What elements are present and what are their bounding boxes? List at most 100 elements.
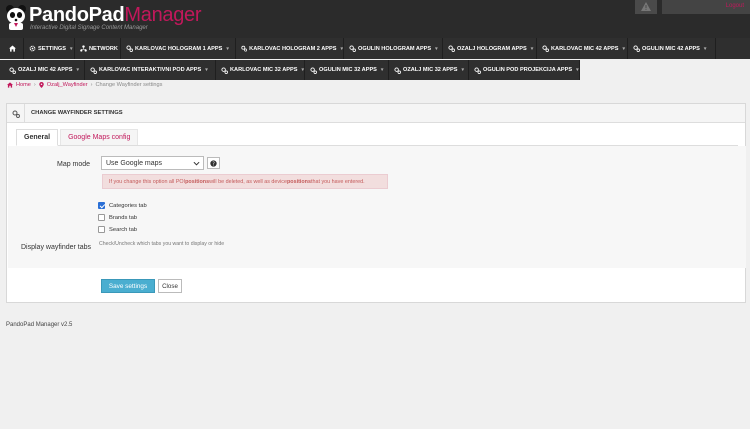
gears-icon <box>241 45 248 52</box>
map-mode-label: Map mode <box>57 161 91 168</box>
nav-karlovac-hologram-2[interactable]: KARLOVAC HOLOGRAM 2 APPS ▾ <box>236 38 344 59</box>
gears-icon <box>448 45 455 52</box>
breadcrumb-separator: › <box>33 82 36 88</box>
alert-bold-1: positions <box>185 178 210 185</box>
nav-ozalj-mic-32-label: OZALJ MIC 32 APPS <box>403 67 458 73</box>
alert-text-post: that you have entered. <box>310 178 365 185</box>
main-nav-row-2: OZALJ MIC 42 APPS ▾ KARLOVAC INTERAKTIVNI… <box>0 60 580 80</box>
user-menu-label: Logout <box>725 3 744 9</box>
alert-text-mid: will be deleted, as well as device <box>209 178 288 185</box>
checkbox-unchecked[interactable] <box>98 226 105 233</box>
breadcrumb: Home › Ozalj_Wayfinder › Change Wayfinde… <box>7 82 162 88</box>
nav-ozalj-mic-42[interactable]: OZALJ MIC 42 APPS ▾ <box>0 60 85 80</box>
nav-karlovac-hologram-2-label: KARLOVAC HOLOGRAM 2 APPS <box>249 45 337 52</box>
gears-icon <box>310 66 317 74</box>
nav-karlovac-mic-42-label: KARLOVAC MIC 42 APPS <box>551 45 619 52</box>
chevron-down-icon: ▾ <box>435 45 438 52</box>
help-button[interactable]: ? <box>207 157 220 169</box>
checkbox-label: Brands tab <box>109 214 138 221</box>
nav-ogulin-mic-32-label: OGULIN MIC 32 APPS <box>319 67 377 73</box>
chevron-down-icon: ▾ <box>622 45 625 52</box>
gears-icon <box>633 45 640 52</box>
chevron-down-icon: ▾ <box>461 67 465 73</box>
checkbox-categories-tab[interactable]: Categories tab <box>98 202 147 209</box>
nav-karlovac-interaktivni-pod[interactable]: KARLOVAC INTERAKTIVNI POD APPS ▾ <box>85 60 216 80</box>
nav-ogulin-hologram-label: OGULIN HOLOGRAM APPS <box>358 45 432 52</box>
chevron-down-icon: ▾ <box>340 45 343 52</box>
nav-settings[interactable]: SETTINGS ▾ <box>24 38 75 59</box>
gears-icon <box>221 66 228 74</box>
checkbox-search-tab[interactable]: Search tab <box>98 226 137 233</box>
close-button[interactable]: Close <box>158 279 182 293</box>
checkbox-unchecked[interactable] <box>98 214 105 221</box>
panda-logo-icon <box>6 5 26 30</box>
brand-accent: Manager <box>124 4 202 26</box>
network-icon <box>80 45 87 52</box>
nav-ogulin-mic-42[interactable]: OGULIN MIC 42 APPS ▾ <box>628 38 716 59</box>
chevron-down-icon: ▾ <box>69 45 73 52</box>
chevron-down-icon: ▾ <box>576 67 579 73</box>
nav-settings-label: SETTINGS <box>38 45 66 52</box>
nav-home[interactable] <box>0 38 24 59</box>
nav-ozalj-hologram[interactable]: OZALJ HOLOGRAM APPS ▾ <box>443 38 537 59</box>
alerts-button[interactable] <box>635 0 657 14</box>
breadcrumb-parent-link[interactable]: Ozalj_Wayfinder <box>47 82 88 88</box>
tagline: Interactive Digital Signage Content Mana… <box>30 25 148 31</box>
gears-icon <box>9 66 16 74</box>
panel-header: CHANGE WAYFINDER SETTINGS <box>7 104 745 123</box>
nav-karlovac-hologram-1-label: KARLOVAC HOLOGRAM 1 APPS <box>135 45 223 52</box>
save-settings-button[interactable]: Save settings <box>101 279 155 293</box>
breadcrumb-separator: › <box>90 82 93 88</box>
chevron-down-icon <box>193 161 200 166</box>
nav-karlovac-mic-32[interactable]: KARLOVAC MIC 32 APPS ▾ <box>216 60 305 80</box>
breadcrumb-current: Change Wayfinder settings <box>95 82 163 88</box>
breadcrumb-home-link[interactable]: Home <box>16 82 31 88</box>
checkbox-label: Search tab <box>109 226 138 233</box>
gears-icon <box>90 66 97 74</box>
home-icon <box>9 45 16 52</box>
main-nav-row-1: SETTINGS ▾ NETWORK KARLOVAC HOLOGRAM 1 AP… <box>0 38 750 59</box>
svg-text:?: ? <box>212 161 215 167</box>
map-pin-icon <box>39 82 44 88</box>
nav-ozalj-mic-32[interactable]: OZALJ MIC 32 APPS ▾ <box>389 60 469 80</box>
chevron-down-icon: ▾ <box>703 45 707 52</box>
footer-version: PandoPad Manager v2.5 <box>6 322 73 328</box>
gears-icon <box>349 45 356 52</box>
nav-ogulin-mic-42-label: OGULIN MIC 42 APPS <box>642 45 700 52</box>
chevron-down-icon: ▾ <box>530 45 534 52</box>
brand-logo[interactable]: PandoPadManager <box>29 4 202 26</box>
display-tabs-label: Display wayfinder tabs <box>21 244 92 251</box>
nav-ozalj-hologram-label: OZALJ HOLOGRAM APPS <box>457 45 527 52</box>
gears-icon <box>474 66 481 74</box>
nav-karlovac-hologram-1[interactable]: KARLOVAC HOLOGRAM 1 APPS ▾ <box>121 38 236 59</box>
map-mode-select[interactable]: Use Google maps <box>101 156 204 170</box>
chevron-down-icon: ▾ <box>205 67 208 73</box>
nav-network[interactable]: NETWORK <box>75 38 121 59</box>
home-icon <box>7 82 13 88</box>
nav-ogulin-mic-32[interactable]: OGULIN MIC 32 APPS ▾ <box>305 60 389 80</box>
settings-tabs: General Google Maps config <box>16 129 139 146</box>
panel-header-icon-box <box>7 104 25 123</box>
chevron-down-icon: ▾ <box>226 45 229 52</box>
tab-general[interactable]: General <box>16 129 59 146</box>
nav-karlovac-mic-42[interactable]: KARLOVAC MIC 42 APPS ▾ <box>537 38 628 59</box>
checkbox-brands-tab[interactable]: Brands tab <box>98 214 137 221</box>
nav-ogulin-pod-projekcija[interactable]: OGULIN POD PROJEKCIJA APPS ▾ <box>469 60 580 80</box>
chevron-down-icon: ▾ <box>301 67 304 73</box>
panel-title: CHANGE WAYFINDER SETTINGS <box>31 110 123 116</box>
brand-primary: PandoPad <box>29 4 125 26</box>
gears-icon <box>394 66 401 74</box>
checkbox-checked[interactable] <box>98 202 105 209</box>
nav-ogulin-hologram[interactable]: OGULIN HOLOGRAM APPS ▾ <box>344 38 443 59</box>
nav-ogulin-pod-projekcija-label: OGULIN POD PROJEKCIJA APPS <box>483 67 573 73</box>
gears-icon <box>126 45 133 52</box>
settings-panel: CHANGE WAYFINDER SETTINGS General Google… <box>6 103 746 303</box>
nav-ozalj-mic-42-label: OZALJ MIC 42 APPS <box>18 67 73 73</box>
gear-icon <box>29 45 36 52</box>
warning-icon <box>641 2 651 11</box>
map-mode-warning: If you change this option all POI positi… <box>102 174 388 189</box>
user-menu[interactable]: Logout <box>662 0 750 14</box>
app-header: PandoPadManager Interactive Digital Sign… <box>0 0 750 38</box>
gears-icon <box>542 45 549 52</box>
tab-google-maps-config[interactable]: Google Maps config <box>60 129 139 146</box>
